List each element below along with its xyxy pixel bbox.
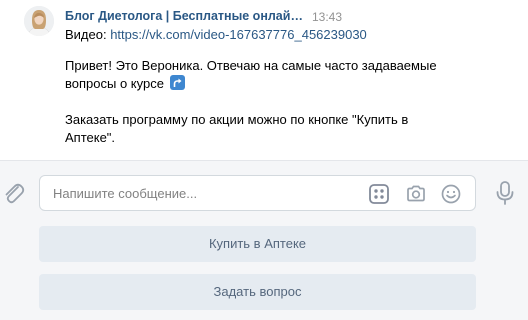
message-input[interactable] [53, 184, 353, 202]
video-line: Видео: https://vk.com/video-167637776_45… [65, 26, 367, 44]
message-paragraph2-line2: Аптеке". [65, 130, 116, 145]
message-time: 13:43 [312, 10, 343, 24]
composer: Купить в Аптеке Задать вопрос [0, 160, 528, 320]
buy-in-pharmacy-button[interactable]: Купить в Аптеке [39, 226, 476, 262]
ask-question-button[interactable]: Задать вопрос [39, 274, 476, 310]
message-paragraph1-line2-text: вопросы о курсе [65, 76, 164, 91]
arrow-up-right-icon [169, 75, 185, 90]
sender-name[interactable]: Блог Диетолога | Бесплатные онлайн к... [65, 9, 305, 23]
message-input-box[interactable] [39, 175, 476, 211]
message-block: Блог Диетолога | Бесплатные онлайн к... … [0, 0, 528, 160]
message-paragraph2-line1: Заказать программу по акции можно по кно… [65, 112, 409, 127]
video-label: Видео: [65, 27, 111, 42]
microphone-icon[interactable] [494, 179, 516, 207]
smile-icon[interactable] [440, 183, 462, 205]
avatar[interactable] [24, 6, 54, 36]
camera-icon[interactable] [405, 183, 427, 205]
message-paragraph1-line2: вопросы о курсе [65, 75, 185, 93]
video-link[interactable]: https://vk.com/video-167637776_456239030 [110, 27, 367, 42]
keyboard-icon[interactable] [368, 183, 390, 205]
message-paragraph1-line1: Привет! Это Вероника. Отвечаю на самые ч… [65, 58, 437, 73]
chat-window: Блог Диетолога | Бесплатные онлайн к... … [0, 0, 528, 320]
paperclip-icon[interactable] [0, 179, 26, 207]
